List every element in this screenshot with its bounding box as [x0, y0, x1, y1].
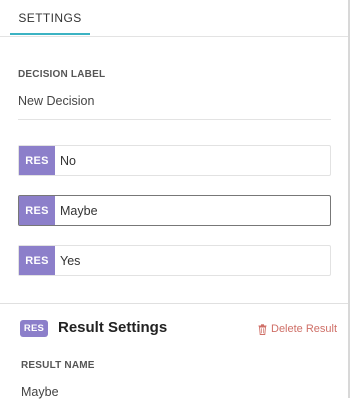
delete-result-label: Delete Result — [271, 323, 338, 335]
decision-label-field[interactable]: New Decision — [18, 94, 94, 108]
trash-icon — [258, 323, 267, 335]
tab-settings[interactable]: SETTINGS — [10, 0, 90, 35]
result-badge: RES — [19, 246, 55, 275]
result-name-field[interactable]: Maybe — [21, 385, 59, 399]
result-settings-badge: RES — [20, 320, 48, 337]
result-name-heading: RESULT NAME — [21, 360, 95, 371]
result-badge: RES — [19, 146, 55, 175]
decision-label-heading: DECISION LABEL — [18, 69, 106, 80]
result-name-input[interactable]: Maybe — [55, 196, 330, 225]
section-divider — [0, 303, 348, 304]
result-name-input[interactable]: No — [55, 146, 330, 175]
result-row[interactable]: RES Yes — [18, 245, 331, 276]
tab-bar: SETTINGS — [0, 0, 348, 37]
field-underline — [18, 119, 331, 120]
result-row[interactable]: RES No — [18, 145, 331, 176]
result-name-input[interactable]: Yes — [55, 246, 330, 275]
result-badge: RES — [19, 196, 55, 225]
delete-result-button[interactable]: Delete Result — [258, 323, 337, 335]
result-settings-title: Result Settings — [58, 319, 168, 336]
result-row-selected[interactable]: RES Maybe — [18, 195, 331, 226]
